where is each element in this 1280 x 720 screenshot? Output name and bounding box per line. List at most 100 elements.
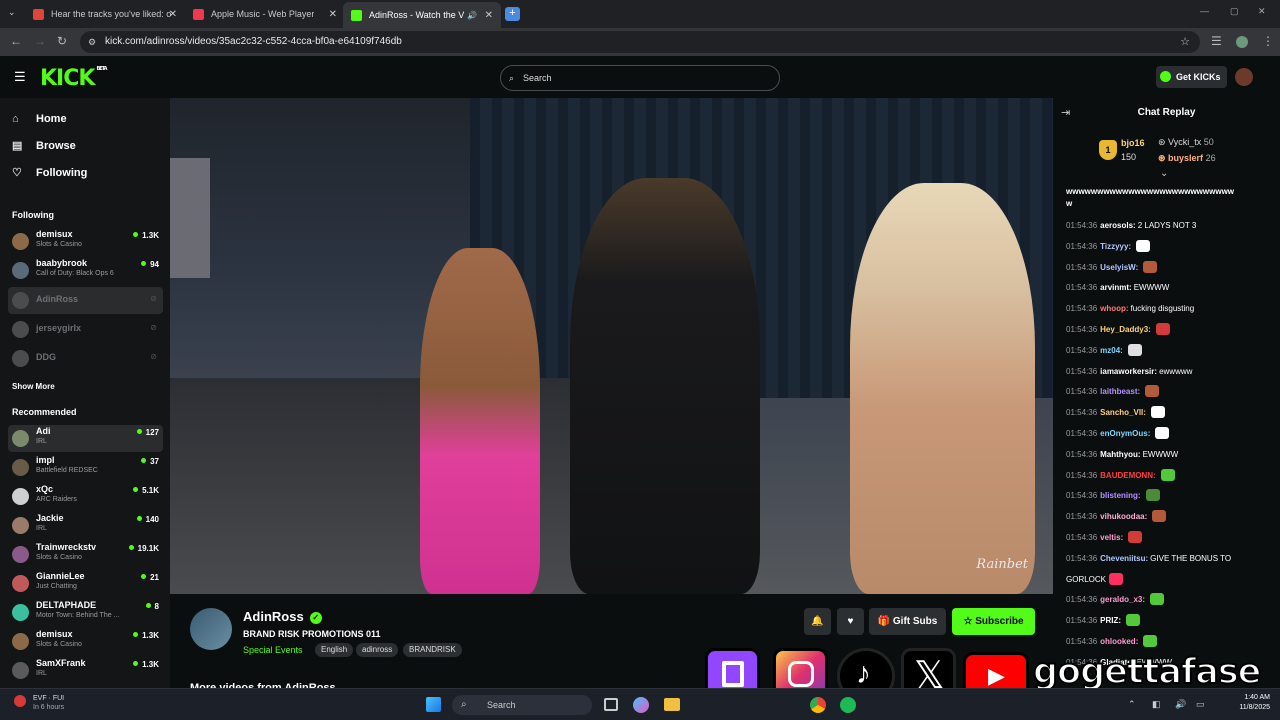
channel-item-xqc[interactable]: xQc ARC Raiders 5.1K (8, 483, 163, 510)
emote-icon (1143, 260, 1158, 273)
tab-list-chevron-icon[interactable]: ⌄ (8, 7, 16, 18)
minimize-icon[interactable]: — (1200, 6, 1209, 16)
message-username[interactable]: vihukoodaa: (1100, 512, 1147, 521)
profile-icon[interactable] (1236, 36, 1248, 48)
nav-browse[interactable]: ▤ Browse (12, 139, 76, 153)
tray-chevron-icon[interactable]: ⌃ (1128, 699, 1136, 710)
message-username[interactable]: ohlooked: (1100, 637, 1138, 646)
video-player[interactable]: Rainbet (170, 98, 1053, 594)
tag-english[interactable]: English (315, 643, 354, 657)
spotify-icon[interactable] (840, 697, 856, 713)
menu-icon[interactable]: ⋮ (1262, 34, 1274, 48)
chat-message: 01:54:36 geraldo_x3: (1066, 593, 1276, 606)
maximize-icon[interactable]: ▢ (1230, 6, 1239, 17)
message-username[interactable]: Sancho_Vll: (1100, 408, 1146, 417)
category-link[interactable]: Special Events (243, 645, 303, 655)
channel-item-baabybrook[interactable]: baabybrook Call of Duty: Black Ops 6 94 (8, 257, 163, 284)
show-more-link[interactable]: Show More (12, 382, 55, 391)
following-heading: Following (12, 210, 54, 220)
message-username[interactable]: enOnymOus: (1100, 429, 1150, 438)
emote-icon (1126, 614, 1141, 627)
tab-apple-music[interactable]: Apple Music - Web Player ✕ (185, 0, 345, 28)
browser-toolbar: ← → ↻ ⚙ kick.com/adinross/videos/35ac2c3… (0, 28, 1280, 56)
nav-home[interactable]: ⌂ Home (12, 113, 67, 125)
message-username[interactable]: Tizzyyy: (1100, 242, 1131, 251)
channel-item-demisux-rec[interactable]: demisux Slots & Casino 1.3K (8, 628, 163, 655)
channel-item-giannielee[interactable]: GiannieLee Just Chatting 21 (8, 570, 163, 597)
streamer-avatar[interactable] (190, 608, 232, 650)
message-username[interactable]: mz04: (1100, 346, 1123, 355)
channel-item-ddg[interactable]: DDG ⊘ (8, 345, 163, 372)
message-username[interactable]: Hey_Daddy3: (1100, 325, 1151, 334)
address-bar[interactable]: ⚙ kick.com/adinross/videos/35ac2c32-c552… (80, 31, 1200, 53)
extensions-icon[interactable]: ☰ (1211, 34, 1222, 48)
message-username[interactable]: Mahthyou: (1100, 450, 1140, 459)
channel-item-adi[interactable]: Adi IRL 127 (8, 425, 163, 452)
message-username[interactable]: UselyisW: (1100, 263, 1138, 272)
speaker-icon[interactable]: 🔊 (467, 11, 477, 20)
channel-item-adinross[interactable]: AdinRoss ⊘ (8, 287, 163, 314)
channel-item-jackie[interactable]: Jackie IRL 140 (8, 512, 163, 539)
network-icon[interactable]: ◧ (1152, 699, 1161, 710)
spam-text: w (1066, 199, 1073, 208)
message-timestamp: 01:54:36 (1066, 636, 1098, 646)
message-username[interactable]: iamaworkersir: (1100, 367, 1157, 376)
notification-bell-button[interactable]: 🔔 (804, 608, 831, 635)
bookmark-star-icon[interactable]: ☆ (1180, 31, 1190, 53)
kick-logo[interactable]: KICK BETA (40, 66, 108, 91)
taskbar-search[interactable]: ⌕ Search (452, 695, 592, 715)
streamer-name[interactable]: AdinRoss ✓ (243, 609, 322, 624)
channel-item-impl[interactable]: impl Battlefield REDSEC 37 (8, 454, 163, 481)
message-username[interactable]: laithbeast: (1100, 387, 1140, 396)
message-username[interactable]: PRIZ: (1100, 616, 1121, 625)
message-username[interactable]: BAUDEMONN: (1100, 471, 1156, 480)
message-username[interactable]: Cheveniitsu: (1100, 554, 1148, 563)
volume-icon[interactable]: 🔊 (1175, 699, 1186, 710)
message-username[interactable]: whoop: (1100, 304, 1128, 313)
copilot-icon[interactable] (633, 697, 649, 713)
channel-item-trainwreckstv[interactable]: Trainwreckstv Slots & Casino 19.1K (8, 541, 163, 568)
close-window-icon[interactable]: ✕ (1258, 6, 1266, 17)
avatar (12, 292, 29, 309)
message-text: 2 LADYS NOT 3 (1137, 221, 1197, 230)
tag-adinross[interactable]: adinross (356, 643, 399, 657)
soundcloud-favicon-icon (33, 8, 44, 20)
back-icon[interactable]: ← (10, 34, 22, 48)
expand-leaderboard-icon[interactable]: ⌄ (1160, 168, 1168, 179)
tab-soundcloud[interactable]: Hear the tracks you've liked: on ✕ (25, 0, 185, 28)
tag-brandrisk[interactable]: BRANDRISK (403, 643, 462, 657)
message-username[interactable]: geraldo_x3: (1100, 595, 1145, 604)
chrome-icon[interactable] (810, 697, 826, 713)
message-username[interactable]: veltis: (1100, 533, 1123, 542)
close-tab-icon[interactable]: ✕ (329, 9, 337, 20)
gift-subs-button[interactable]: 🎁 Gift Subs (869, 608, 946, 635)
message-username[interactable]: aerosols: (1100, 221, 1136, 230)
channel-item-deltaphade[interactable]: DELTAPHADE Motor Town: Behind The ... 8 (8, 599, 163, 626)
search-input[interactable]: ⌕ Search (500, 65, 780, 91)
forward-icon[interactable]: → (34, 34, 46, 48)
channel-item-samxfrank[interactable]: SamXFrank IRL 1.3K (8, 657, 163, 684)
task-view-icon[interactable] (604, 698, 618, 711)
hamburger-menu-icon[interactable]: ☰ (14, 69, 26, 85)
battery-icon[interactable]: ▭ (1196, 699, 1205, 710)
tab-kick-vod[interactable]: AdinRoss - Watch the VOD 🔊 ✕ (343, 2, 501, 28)
get-kicks-button[interactable]: Get KICKs (1156, 66, 1227, 88)
channel-item-jerseygirlx[interactable]: jerseygirlx ⊘ (8, 316, 163, 343)
follow-heart-button[interactable]: ♥ (837, 608, 864, 635)
subscribe-button[interactable]: ☆ Subscribe (952, 608, 1035, 635)
taskbar-clock[interactable]: 1:40 AM 11/8/2025 (1214, 693, 1270, 713)
windows-start-icon[interactable] (426, 697, 441, 712)
message-username[interactable]: blistening: (1100, 491, 1140, 500)
channel-name: jerseygirlx (36, 323, 82, 333)
nav-following[interactable]: ♡ Following (12, 166, 87, 180)
close-tab-icon[interactable]: ✕ (169, 9, 177, 20)
site-info-icon[interactable]: ⚙ (88, 31, 96, 53)
message-username[interactable]: arvinmt: (1100, 283, 1132, 292)
user-avatar[interactable] (1235, 68, 1253, 86)
file-explorer-icon[interactable] (664, 698, 680, 711)
close-tab-icon[interactable]: ✕ (485, 10, 493, 21)
new-tab-button[interactable]: + (505, 7, 520, 21)
channel-item-demisux[interactable]: demisux Slots & Casino 1.3K (8, 228, 163, 255)
reload-icon[interactable]: ↻ (57, 34, 67, 48)
weather-widget[interactable]: EVF · FUI In 6 hours (33, 694, 64, 712)
